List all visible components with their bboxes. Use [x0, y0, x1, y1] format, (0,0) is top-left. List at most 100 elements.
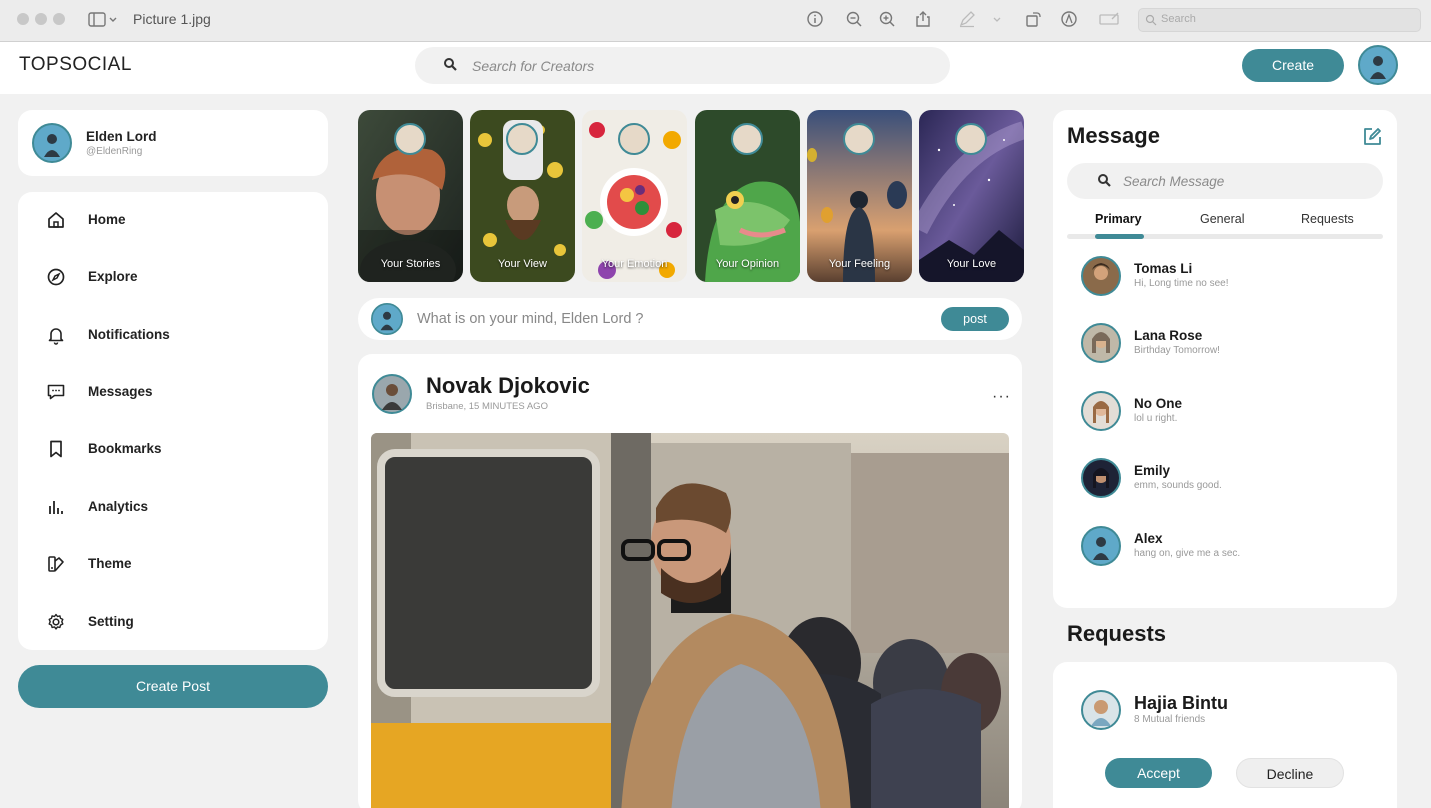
message-sender: No One [1134, 396, 1183, 411]
share-icon[interactable] [914, 10, 934, 30]
message-item[interactable]: No One lol u right. [1053, 383, 1397, 439]
create-button[interactable]: Create [1242, 49, 1344, 82]
message-sender: Alex [1134, 531, 1163, 546]
sidebar-item-home[interactable]: Home [18, 198, 328, 242]
message-item[interactable]: Emily emm, sounds good. [1053, 450, 1397, 506]
zoom-window-button[interactable] [53, 13, 65, 25]
zoom-out-icon[interactable] [845, 10, 865, 30]
sidebar-item-label: Theme [88, 556, 132, 571]
avatar [371, 303, 403, 335]
sidebar-toggle-icon[interactable] [88, 10, 118, 30]
zoom-in-icon[interactable] [878, 10, 898, 30]
story-card[interactable]: Your Opinion [695, 110, 800, 282]
story-card[interactable]: Your Emotion [582, 110, 687, 282]
story-avatar [618, 123, 650, 155]
create-post-button[interactable]: Create Post [18, 665, 328, 708]
message-tabs: Primary General Requests [1067, 212, 1383, 240]
story-label: Your View [498, 258, 547, 270]
avatar[interactable] [372, 374, 412, 414]
window-search-placeholder: Search [1161, 13, 1196, 25]
sidebar-item-label: Setting [88, 614, 134, 629]
creator-search-placeholder: Search for Creators [472, 58, 595, 74]
chart-icon [46, 497, 66, 517]
request-name[interactable]: Hajia Bintu [1134, 693, 1228, 714]
profile-name: Elden Lord [86, 129, 157, 144]
chat-icon [46, 382, 66, 402]
sidebar-item-setting[interactable]: Setting [18, 600, 328, 644]
story-card[interactable]: Your Love [919, 110, 1024, 282]
info-icon[interactable] [806, 10, 826, 30]
story-avatar [843, 123, 875, 155]
story-avatar [731, 123, 763, 155]
message-item[interactable]: Tomas Li Hi, Long time no see! [1053, 248, 1397, 304]
more-options-button[interactable]: ··· [992, 388, 1011, 406]
edit-icon[interactable] [1361, 126, 1383, 148]
accept-button[interactable]: Accept [1105, 758, 1212, 788]
sidebar-item-bookmarks[interactable]: Bookmarks [18, 427, 328, 471]
tab-general[interactable]: General [1200, 212, 1244, 226]
post-image[interactable] [371, 433, 1009, 808]
post-button[interactable]: post [941, 307, 1009, 331]
creator-search-input[interactable]: Search for Creators [415, 47, 950, 84]
decline-button[interactable]: Decline [1236, 758, 1344, 788]
window-search-field[interactable]: Search [1138, 8, 1421, 32]
tab-primary[interactable]: Primary [1095, 212, 1142, 226]
palette-icon [46, 554, 66, 574]
user-avatar[interactable] [1358, 45, 1398, 85]
story-avatar [955, 123, 987, 155]
compose-bar: What is on your mind, Elden Lord ? post [358, 298, 1022, 340]
sidebar-item-theme[interactable]: Theme [18, 542, 328, 586]
sidebar-item-messages[interactable]: Messages [18, 370, 328, 414]
avatar [1081, 323, 1121, 363]
message-item[interactable]: Lana Rose Birthday Tomorrow! [1053, 315, 1397, 371]
message-item[interactable]: Alex hang on, give me a sec. [1053, 518, 1397, 574]
avatar [1081, 526, 1121, 566]
sidebar-item-label: Explore [88, 269, 138, 284]
chevron-down-icon[interactable] [990, 10, 1004, 30]
story-card[interactable]: Your View [470, 110, 575, 282]
sidebar-item-label: Notifications [88, 327, 170, 342]
close-window-button[interactable] [17, 13, 29, 25]
profile-card[interactable]: Elden Lord @EldenRing [18, 110, 328, 176]
minimize-window-button[interactable] [35, 13, 47, 25]
sidebar-item-analytics[interactable]: Analytics [18, 485, 328, 529]
app-root: TOPSOCIAL Search for Creators Create Eld… [0, 42, 1431, 808]
bookmark-icon [46, 439, 66, 459]
gear-icon [46, 612, 66, 632]
home-icon [46, 210, 66, 230]
message-search-input[interactable]: Search Message [1067, 163, 1383, 199]
bell-icon [46, 325, 66, 345]
story-avatar [394, 123, 426, 155]
message-preview: lol u right. [1134, 413, 1178, 424]
form-fill-icon[interactable] [1098, 10, 1122, 30]
story-label: Your Love [946, 258, 997, 270]
avatar [32, 123, 72, 163]
post-author[interactable]: Novak Djokovic [426, 373, 590, 399]
compose-input[interactable]: What is on your mind, Elden Lord ? [417, 311, 643, 327]
sidebar-nav: Home Explore Notifications Messages Book… [18, 192, 328, 650]
message-sender: Tomas Li [1134, 261, 1193, 276]
tab-requests[interactable]: Requests [1301, 212, 1354, 226]
app-logo[interactable]: TOPSOCIAL [19, 54, 132, 76]
active-tab-indicator [1095, 234, 1144, 239]
story-card[interactable]: Your Stories [358, 110, 463, 282]
requests-title: Requests [1067, 621, 1167, 646]
rotate-icon[interactable] [1024, 10, 1044, 30]
message-search-placeholder: Search Message [1123, 174, 1225, 189]
story-card[interactable]: Your Feeling [807, 110, 912, 282]
sidebar-item-explore[interactable]: Explore [18, 255, 328, 299]
search-icon [1145, 14, 1157, 26]
avatar[interactable] [1081, 690, 1121, 730]
avatar [1081, 458, 1121, 498]
message-preview: hang on, give me a sec. [1134, 548, 1241, 559]
sidebar-item-notifications[interactable]: Notifications [18, 313, 328, 357]
profile-handle: @EldenRing [86, 146, 143, 157]
sidebar-item-label: Messages [88, 384, 153, 399]
highlight-icon[interactable] [1060, 10, 1080, 30]
mutual-friends: 8 Mutual friends [1134, 714, 1206, 725]
markup-icon[interactable] [958, 10, 978, 30]
story-label: Your Stories [380, 258, 441, 270]
message-preview: Birthday Tomorrow! [1134, 345, 1220, 356]
sidebar-item-label: Home [88, 212, 126, 227]
story-label: Your Opinion [715, 258, 780, 270]
